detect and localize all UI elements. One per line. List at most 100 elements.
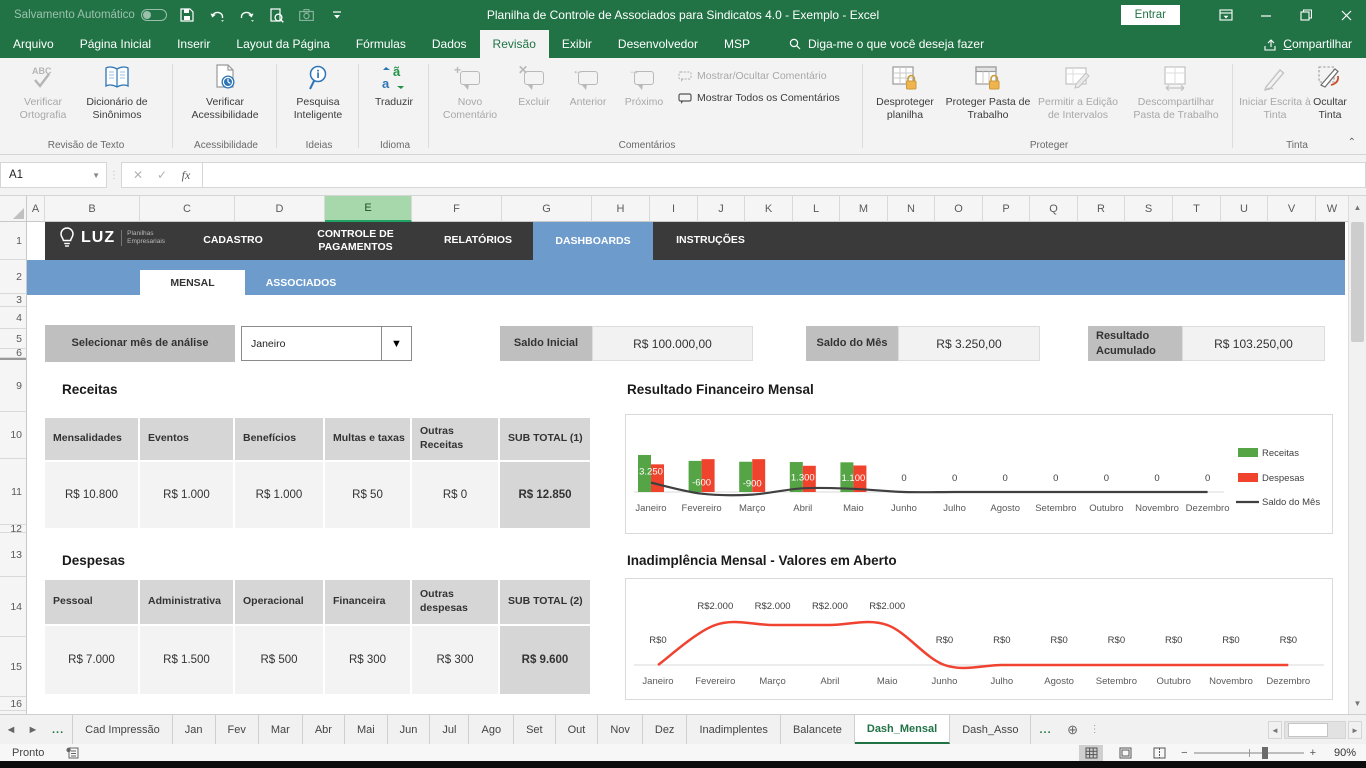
column-header-R[interactable]: R xyxy=(1078,196,1125,222)
column-header-B[interactable]: B xyxy=(45,196,140,222)
sheet-tab-abr[interactable]: Abr xyxy=(303,715,345,744)
unshare-workbook-button[interactable]: Descompartilhar Pasta de Trabalho xyxy=(1124,62,1228,122)
sheet-more-left[interactable]: ... xyxy=(44,715,72,744)
column-header-I[interactable]: I xyxy=(650,196,698,222)
sheet-tab-ago[interactable]: Ago xyxy=(469,715,514,744)
close-button[interactable] xyxy=(1326,0,1366,30)
row-header-11[interactable]: 11 xyxy=(0,459,26,525)
sheet-tab-out[interactable]: Out xyxy=(556,715,599,744)
column-header-C[interactable]: C xyxy=(140,196,235,222)
row-header-5[interactable]: 5 xyxy=(0,329,26,349)
tab-revisao[interactable]: Revisão xyxy=(480,30,549,58)
row-header-9[interactable]: 9 xyxy=(0,358,26,412)
page-layout-view-button[interactable] xyxy=(1113,745,1137,761)
formula-input[interactable] xyxy=(203,162,1366,188)
column-header-E[interactable]: E xyxy=(325,196,412,222)
sheet-tab-jul[interactable]: Jul xyxy=(430,715,469,744)
sheet-tab-fev[interactable]: Fev xyxy=(216,715,259,744)
restore-button[interactable] xyxy=(1286,0,1326,30)
undo-button[interactable] xyxy=(207,5,227,25)
show-all-comments-button[interactable]: Mostrar Todos os Comentários xyxy=(678,92,840,104)
tab-desenvolvedor[interactable]: Desenvolvedor xyxy=(605,30,711,58)
column-header-D[interactable]: D xyxy=(235,196,325,222)
column-header-G[interactable]: G xyxy=(502,196,592,222)
nav-item-cadastro[interactable]: CADASTRO xyxy=(173,222,293,260)
hscroll-left-icon[interactable]: ◄ xyxy=(1268,721,1282,739)
minimize-button[interactable] xyxy=(1246,0,1286,30)
row-header-1[interactable]: 1 xyxy=(0,222,26,260)
tell-me-search[interactable]: Diga-me o que você deseja fazer xyxy=(789,30,984,58)
sign-in-button[interactable]: Entrar xyxy=(1121,5,1180,25)
zoom-thumb[interactable] xyxy=(1262,747,1268,759)
row-header-15[interactable]: 15 xyxy=(0,637,26,697)
camera-button[interactable] xyxy=(297,5,317,25)
tab-arquivo[interactable]: Arquivo xyxy=(0,30,67,58)
ribbon-display-options-button[interactable] xyxy=(1206,0,1246,30)
tab-dados[interactable]: Dados xyxy=(419,30,480,58)
month-selector-dropdown[interactable]: Janeiro ▼ xyxy=(241,326,412,361)
column-header-U[interactable]: U xyxy=(1221,196,1268,222)
insert-function-icon[interactable]: fx xyxy=(174,168,198,183)
print-preview-button[interactable] xyxy=(267,5,287,25)
sheet-nav-left-icon[interactable]: ◄ xyxy=(0,715,22,744)
sheet-nav-right-icon[interactable]: ► xyxy=(22,715,44,744)
sheet-tab-cad-impress-o[interactable]: Cad Impressão xyxy=(72,715,173,744)
tab-formulas[interactable]: Fórmulas xyxy=(343,30,419,58)
hscroll-right-icon[interactable]: ► xyxy=(1348,721,1362,739)
zoom-out-icon[interactable]: − xyxy=(1181,747,1187,759)
row-header-14[interactable]: 14 xyxy=(0,577,26,637)
tab-inserir[interactable]: Inserir xyxy=(164,30,223,58)
dropdown-arrow-icon[interactable]: ▼ xyxy=(381,327,411,360)
zoom-slider[interactable]: − + xyxy=(1181,747,1316,759)
row-header-3[interactable]: 3 xyxy=(0,294,26,307)
save-button[interactable] xyxy=(177,5,197,25)
next-comment-button[interactable]: → Próximo xyxy=(616,62,672,109)
scroll-down-icon[interactable]: ▼ xyxy=(1349,692,1366,714)
column-header-M[interactable]: M xyxy=(840,196,888,222)
sheet-tab-jan[interactable]: Jan xyxy=(173,715,216,744)
row-header-16[interactable]: 16 xyxy=(0,697,26,711)
column-header-H[interactable]: H xyxy=(592,196,650,222)
horizontal-scrollbar[interactable]: ◄ ► xyxy=(1268,720,1362,740)
column-header-V[interactable]: V xyxy=(1268,196,1316,222)
nav-item-instru-es[interactable]: INSTRUÇÕES xyxy=(653,222,768,260)
sheet-tab-inadimplentes[interactable]: Inadimplentes xyxy=(687,715,781,744)
sheet-tab-balancete[interactable]: Balancete xyxy=(781,715,855,744)
column-header-W[interactable]: W xyxy=(1316,196,1349,222)
tab-layout-da-pagina[interactable]: Layout da Página xyxy=(223,30,342,58)
check-accessibility-button[interactable]: Verificar Acessibilidade xyxy=(176,62,274,122)
subtab-mensal[interactable]: MENSAL xyxy=(140,270,245,295)
thesaurus-button[interactable]: Dicionário de Sinônimos xyxy=(66,62,168,122)
sheet-tab-mai[interactable]: Mai xyxy=(345,715,388,744)
macro-record-icon[interactable] xyxy=(66,747,79,759)
redo-button[interactable] xyxy=(237,5,257,25)
sheet-tab-mar[interactable]: Mar xyxy=(259,715,303,744)
unprotect-sheet-button[interactable]: Desproteger planilha xyxy=(866,62,944,122)
sheet-tab-jun[interactable]: Jun xyxy=(388,715,431,744)
tab-pagina-inicial[interactable]: Página Inicial xyxy=(67,30,164,58)
vertical-scroll-thumb[interactable] xyxy=(1351,222,1364,342)
normal-view-button[interactable] xyxy=(1079,745,1103,761)
vertical-scrollbar[interactable]: ▲ ▼ xyxy=(1348,196,1366,714)
select-all-corner[interactable] xyxy=(0,196,27,222)
column-header-Q[interactable]: Q xyxy=(1030,196,1078,222)
column-header-T[interactable]: T xyxy=(1173,196,1221,222)
column-header-O[interactable]: O xyxy=(935,196,983,222)
sheet-tab-set[interactable]: Set xyxy=(514,715,556,744)
tab-exibir[interactable]: Exibir xyxy=(549,30,605,58)
row-header-13[interactable]: 13 xyxy=(0,533,26,577)
nav-item-dashboards[interactable]: DASHBOARDS xyxy=(533,222,653,295)
allow-edit-ranges-button[interactable]: Permitir a Edição de Intervalos xyxy=(1032,62,1124,122)
tab-msp[interactable]: MSP xyxy=(711,30,763,58)
smart-lookup-button[interactable]: Pesquisa Inteligente xyxy=(280,62,356,122)
page-break-view-button[interactable] xyxy=(1147,745,1171,761)
zoom-in-icon[interactable]: + xyxy=(1310,747,1316,759)
scroll-up-icon[interactable]: ▲ xyxy=(1349,196,1366,218)
row-header-12[interactable]: 12 xyxy=(0,525,26,533)
collapse-ribbon-button[interactable]: ⌃ xyxy=(1348,137,1356,148)
column-header-J[interactable]: J xyxy=(698,196,745,222)
column-header-S[interactable]: S xyxy=(1125,196,1173,222)
horizontal-scroll-thumb[interactable] xyxy=(1288,723,1328,737)
nav-item-relat-rios[interactable]: RELATÓRIOS xyxy=(423,222,533,260)
name-box-dropdown-icon[interactable]: ▼ xyxy=(92,171,100,180)
